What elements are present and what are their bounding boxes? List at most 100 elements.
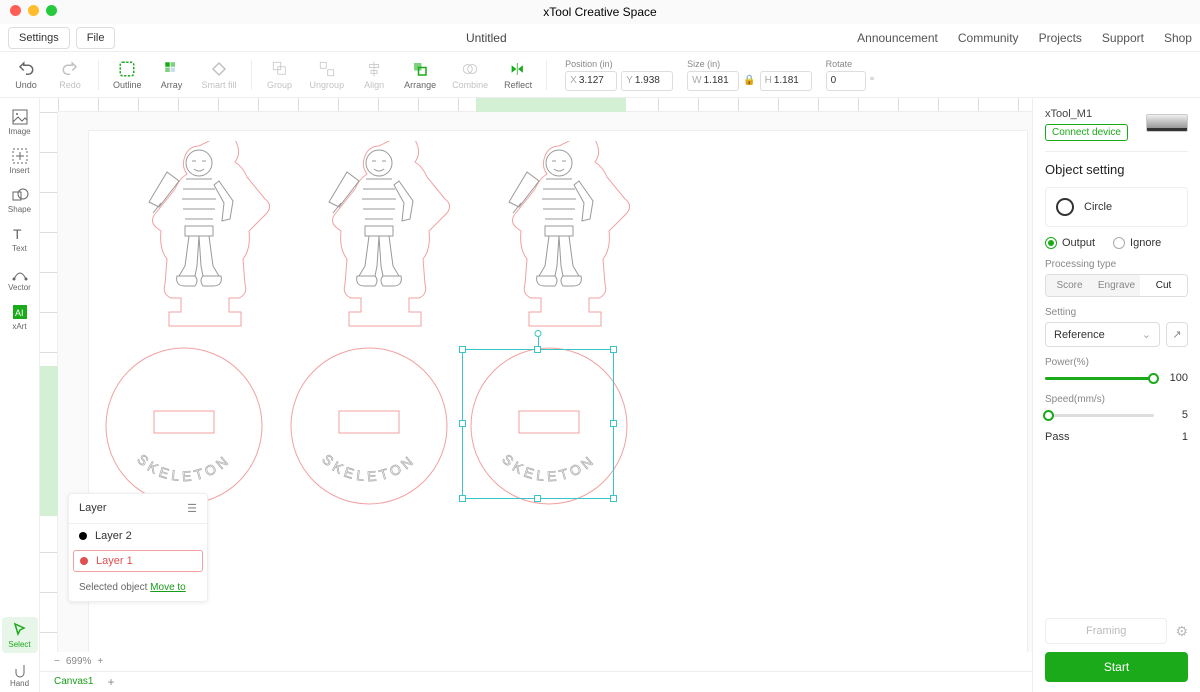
redo-icon: [61, 60, 79, 78]
canvas-tab[interactable]: Canvas1: [48, 674, 99, 689]
settings-library-button[interactable]: ↗: [1166, 322, 1188, 347]
shape-tool[interactable]: Shape: [2, 182, 38, 218]
power-value: 100: [1162, 372, 1188, 384]
outline-icon: [118, 60, 136, 78]
file-menu[interactable]: File: [76, 27, 116, 49]
resize-handle[interactable]: [534, 495, 541, 502]
layer-color-icon: [80, 557, 88, 565]
resize-handle[interactable]: [459, 495, 466, 502]
rotate-group: Rotate 0 °: [826, 59, 875, 91]
score-tab[interactable]: Score: [1046, 275, 1093, 296]
speed-slider[interactable]: [1045, 414, 1154, 417]
add-canvas-button[interactable]: +: [107, 675, 114, 689]
image-icon: [11, 108, 29, 126]
artboard: SKELETON: [88, 130, 1028, 652]
connect-device-button[interactable]: Connect device: [1045, 124, 1128, 141]
app-title: xTool Creative Space: [543, 5, 656, 19]
x-input[interactable]: X3.127: [565, 71, 617, 91]
redo-button[interactable]: Redo: [50, 58, 90, 92]
resize-handle[interactable]: [459, 346, 466, 353]
titlebar: xTool Creative Space: [0, 0, 1200, 24]
lock-icon[interactable]: 🔒: [743, 75, 755, 86]
layer-options-icon[interactable]: ☰: [187, 502, 197, 515]
design-object[interactable]: [479, 141, 639, 344]
link-support[interactable]: Support: [1102, 31, 1144, 45]
arrange-button[interactable]: Arrange: [398, 58, 442, 92]
selection-box[interactable]: [462, 349, 614, 499]
rotate-input[interactable]: 0: [826, 71, 866, 91]
power-slider[interactable]: [1045, 377, 1154, 380]
rotate-handle[interactable]: [535, 330, 542, 337]
maximize-window-button[interactable]: [46, 5, 57, 16]
resize-handle[interactable]: [534, 346, 541, 353]
close-window-button[interactable]: [10, 5, 21, 16]
select-tool[interactable]: Select: [2, 617, 38, 653]
pass-value: 1: [1182, 431, 1188, 443]
zoom-out[interactable]: −: [54, 656, 60, 667]
text-icon: T: [11, 225, 29, 243]
reference-dropdown[interactable]: Reference⌄: [1045, 322, 1160, 347]
circle-icon: [1056, 198, 1074, 216]
vector-icon: [11, 264, 29, 282]
gear-icon[interactable]: ⚙: [1175, 623, 1188, 640]
outline-button[interactable]: Outline: [107, 58, 148, 92]
design-object[interactable]: [284, 341, 454, 514]
zoom-in[interactable]: +: [97, 656, 103, 667]
smartfill-button[interactable]: Smart fill: [196, 58, 243, 92]
link-projects[interactable]: Projects: [1039, 31, 1082, 45]
link-community[interactable]: Community: [958, 31, 1019, 45]
hand-icon: [11, 660, 29, 678]
group-button[interactable]: Group: [260, 58, 300, 92]
ungroup-icon: [318, 60, 336, 78]
reflect-button[interactable]: Reflect: [498, 58, 538, 92]
y-input[interactable]: Y1.938: [621, 71, 673, 91]
insert-tool[interactable]: Insert: [2, 143, 38, 179]
link-shop[interactable]: Shop: [1164, 31, 1192, 45]
h-input[interactable]: H1.181: [760, 71, 812, 91]
start-button[interactable]: Start: [1045, 652, 1188, 682]
pass-label: Pass: [1045, 431, 1069, 443]
ungroup-button[interactable]: Ungroup: [304, 58, 351, 92]
select-icon: [11, 621, 29, 639]
cut-tab[interactable]: Cut: [1140, 275, 1187, 296]
vector-tool[interactable]: Vector: [2, 260, 38, 296]
hand-tool[interactable]: Hand: [2, 656, 38, 692]
array-button[interactable]: Array: [152, 58, 192, 92]
w-input[interactable]: W1.181: [687, 71, 739, 91]
device-thumbnail: [1146, 114, 1188, 132]
ruler-horizontal: [58, 98, 1032, 112]
image-tool[interactable]: Image: [2, 104, 38, 140]
text-tool[interactable]: TText: [2, 221, 38, 257]
minimize-window-button[interactable]: [28, 5, 39, 16]
framing-button[interactable]: Framing: [1045, 618, 1167, 644]
design-object[interactable]: [119, 141, 279, 344]
processing-type-selector: Score Engrave Cut: [1045, 274, 1188, 297]
design-object[interactable]: [99, 341, 269, 514]
design-object[interactable]: [299, 141, 459, 344]
resize-handle[interactable]: [610, 346, 617, 353]
settings-menu[interactable]: Settings: [8, 27, 70, 49]
align-button[interactable]: Align: [354, 58, 394, 92]
size-group: Size (in) W1.181 🔒 H1.181: [687, 59, 811, 91]
shape-icon: [11, 186, 29, 204]
output-radio[interactable]: Output: [1045, 237, 1095, 249]
zoom-value: 699%: [66, 656, 92, 667]
undo-button[interactable]: Undo: [6, 58, 46, 92]
link-announcement[interactable]: Announcement: [857, 31, 938, 45]
canvas[interactable]: SKELETON: [58, 112, 1032, 652]
engrave-tab[interactable]: Engrave: [1093, 275, 1140, 296]
layer-row[interactable]: Layer 1: [73, 550, 203, 572]
array-icon: [163, 60, 181, 78]
layer-row[interactable]: Layer 2: [69, 524, 207, 548]
resize-handle[interactable]: [610, 495, 617, 502]
align-icon: [365, 60, 383, 78]
resize-handle[interactable]: [459, 420, 466, 427]
moveto-link[interactable]: Move to: [150, 582, 186, 593]
xart-tool[interactable]: AIxArt: [2, 299, 38, 335]
resize-handle[interactable]: [610, 420, 617, 427]
ignore-radio[interactable]: Ignore: [1113, 237, 1161, 249]
combine-button[interactable]: Combine: [446, 58, 494, 92]
speed-value: 5: [1162, 409, 1188, 421]
position-group: Position (in) X3.127 Y1.938: [565, 59, 673, 91]
toolbar: Undo Redo Outline Array Smart fill Group…: [0, 52, 1200, 98]
